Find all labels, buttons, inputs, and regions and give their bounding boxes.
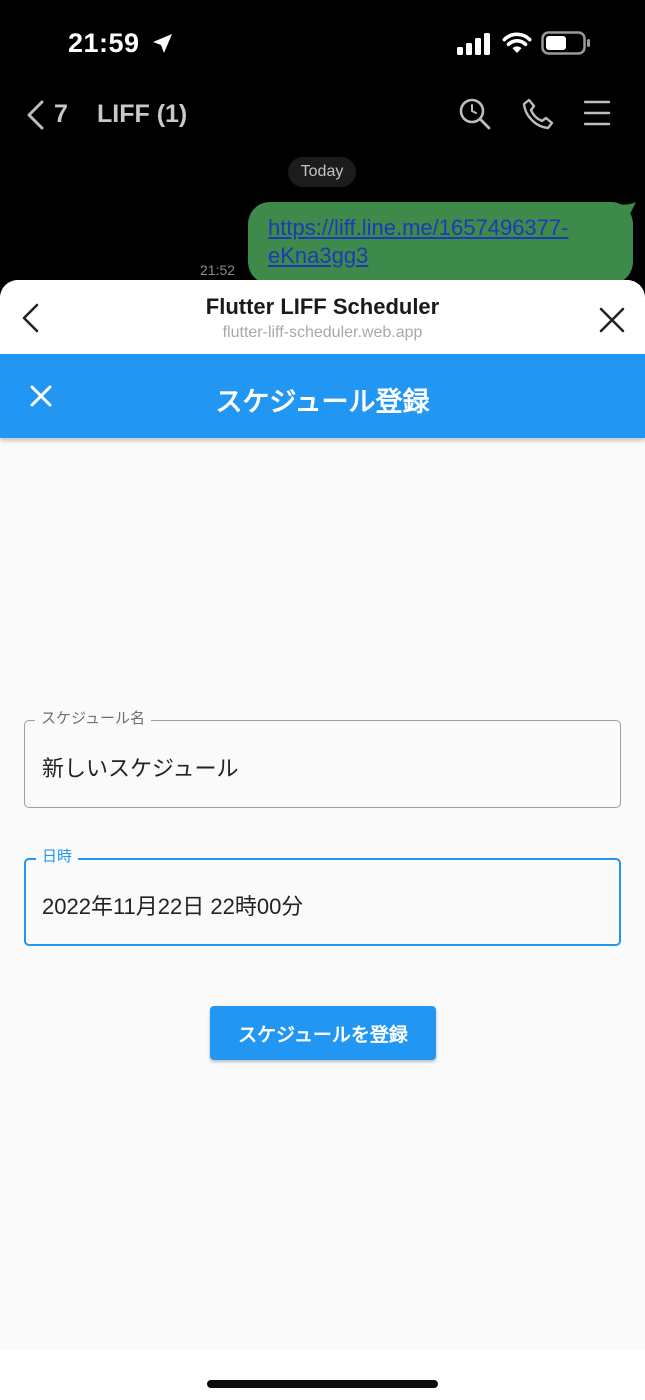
liff-url: flutter-liff-scheduler.web.app xyxy=(222,324,423,341)
signal-icon xyxy=(457,33,490,55)
chat-header: 7 LIFF (1) xyxy=(0,88,645,144)
bottom-safe-area xyxy=(0,1350,645,1400)
message-link-line1[interactable]: https://liff.line.me/1657496377- xyxy=(268,214,628,242)
date-separator: Today xyxy=(288,157,356,187)
wifi-icon xyxy=(502,32,532,53)
schedule-name-field[interactable]: スケジュール名 新しいスケジュール xyxy=(24,709,621,808)
menu-icon[interactable] xyxy=(582,98,612,128)
phone-icon[interactable] xyxy=(521,97,555,131)
search-icon[interactable] xyxy=(458,97,492,131)
message-time: 21:52 xyxy=(200,262,236,278)
register-schedule-button[interactable]: スケジュールを登録 xyxy=(210,1006,436,1060)
liff-sheet: Flutter LIFF Scheduler flutter-liff-sche… xyxy=(0,280,645,1400)
battery-icon xyxy=(541,31,590,55)
status-bar: 21:59 xyxy=(0,0,645,88)
schedule-name-value[interactable]: 新しいスケジュール xyxy=(42,751,238,783)
liff-title: Flutter LIFF Scheduler xyxy=(205,294,440,319)
home-indicator[interactable] xyxy=(207,1380,438,1388)
schedule-name-label: スケジュール名 xyxy=(35,709,151,729)
location-arrow-icon xyxy=(153,34,172,53)
liff-close-icon[interactable] xyxy=(598,306,626,334)
app-bar: スケジュール登録 xyxy=(0,354,645,438)
datetime-value[interactable]: 2022年11月22日 22時00分 xyxy=(42,889,303,921)
back-chevron-icon[interactable] xyxy=(24,99,46,131)
chat-title: LIFF (1) xyxy=(97,100,188,128)
liff-title-bar: Flutter LIFF Scheduler flutter-liff-sche… xyxy=(0,280,645,354)
message-link[interactable]: https://liff.line.me/1657496377- eKna3gg… xyxy=(268,214,628,270)
message-link-line2[interactable]: eKna3gg3 xyxy=(268,242,628,270)
datetime-field[interactable]: 日時 2022年11月22日 22時00分 xyxy=(24,847,621,946)
page-title: スケジュール登録 xyxy=(215,387,430,417)
status-time: 21:59 xyxy=(68,28,140,58)
back-count[interactable]: 7 xyxy=(54,100,68,129)
datetime-label: 日時 xyxy=(36,847,79,867)
